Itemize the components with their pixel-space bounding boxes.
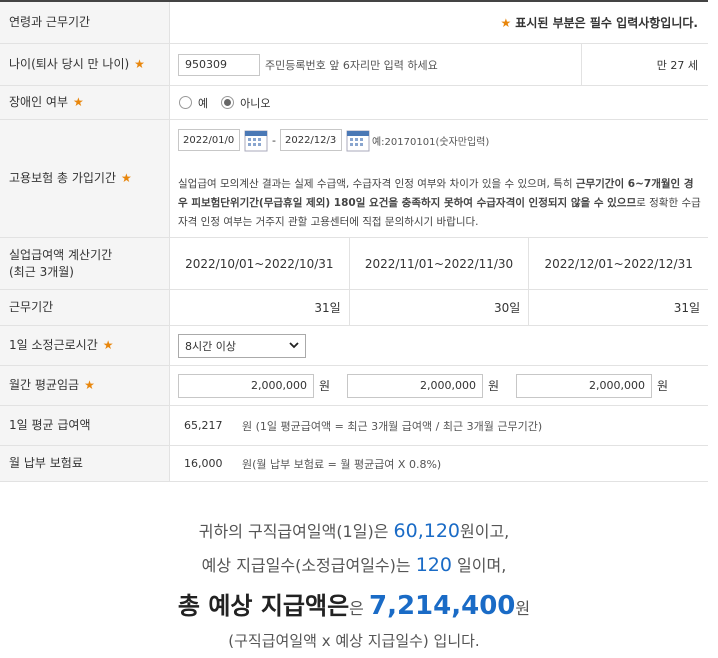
wage-input-3[interactable] [516,373,652,398]
required-star-icon: ★ [134,57,145,71]
period-range-1: 2022/10/01~2022/10/31 [185,256,334,271]
chevron-down-icon [289,342,299,349]
disability-no-label: 아니오 [240,96,271,110]
period-label: 실업급여액 계산기간 [9,247,113,262]
result-line-4: (구직급여일액 x 예상 지급일수) 입니다. [228,632,480,650]
date-example: 예:20170101(숫자만입력) [371,136,490,148]
disability-no-radio[interactable] [221,96,235,109]
period-range-3: 2022/12/01~2022/12/31 [528,238,708,289]
total-benefit-amount: 7,214,400 [368,591,516,621]
disability-yes-radio[interactable] [179,96,192,109]
workdays-row: 근무기간 31일 30일 31일 [0,290,708,326]
workdays-2: 30일 [348,290,529,325]
daily-benefit-amount: 60,120 [393,520,460,542]
wage-unit: 원 [488,379,500,393]
premium-row: 월 납부 보험료 16,000 원(월 납부 보험료 = 월 평균급여 X 0.… [0,446,708,482]
section-title: 연령과 근무기간 [0,2,170,43]
age-label: 나이(퇴사 당시 만 나이) [9,57,130,71]
wage-unit: 원 [657,379,669,393]
daily-label: 1일 평균 급여액 [9,418,91,432]
required-notice: ★ 표시된 부분은 필수 입력사항입니다. [500,15,698,31]
insurance-end-input[interactable] [279,129,342,151]
hours-select[interactable]: 8시간 이상 [178,333,306,358]
wage-input-2[interactable] [347,373,483,398]
age-row: 나이(퇴사 당시 만 나이) ★ 주민등록번호 앞 6자리만 입력 하세요 만 2… [0,44,708,86]
period-range-2: 2022/11/01~2022/11/30 [348,238,529,289]
required-star-icon: ★ [84,378,95,392]
wage-row: 월간 평균임금 ★ 원 원 원 [0,366,708,406]
required-star-icon: ★ [500,15,512,30]
hours-row: 1일 소정근로시간 ★ 8시간 이상 [0,326,708,366]
result-line-2: 예상 지급일수(소정급여일수)는 120 일이며, [201,554,507,576]
result-line-3: 총 예상 지급액은은 7,214,400원 [177,591,531,621]
birthdate-hint: 주민등록번호 앞 6자리만 입력 하세요 [265,58,438,72]
disability-label: 장애인 여부 [9,95,69,109]
header-row: 연령과 근무기간 ★ 표시된 부분은 필수 입력사항입니다. [0,2,708,44]
insurance-note: 실업급여 모의계산 결과는 실제 수급액, 수급자격 인정 여부와 차이가 있을… [178,178,701,228]
insurance-start-input[interactable] [178,129,240,151]
period-row: 실업급여액 계산기간 (최근 3개월) 2022/10/01~2022/10/3… [0,238,708,290]
calendar-icon[interactable] [346,128,370,152]
date-separator: - [272,133,276,147]
premium-desc: 원(월 납부 보험료 = 월 평균급여 X 0.8%) [242,457,442,471]
disability-yes-label: 예 [198,96,209,110]
required-star-icon: ★ [102,338,114,352]
required-star-icon: ★ [121,171,132,185]
daily-row: 1일 평균 급여액 65,217 원 (1일 평균급여액 = 최근 3개월 급여… [0,406,708,446]
wage-input-1[interactable] [178,373,314,398]
workdays-3: 31일 [528,290,708,325]
wage-unit: 원 [319,379,331,393]
period-sublabel: (최근 3개월) [9,264,74,279]
disability-row: 장애인 여부 ★ 예 아니오 [0,86,708,120]
benefit-days: 120 [415,554,452,576]
insurance-row: 고용보험 총 가입기간★ - 예:20170101(숫자만입력) 실업급여 모 [0,120,708,238]
benefit-form: 연령과 근무기간 ★ 표시된 부분은 필수 입력사항입니다. 나이(퇴사 당시 … [0,0,708,482]
result-line-1: 귀하의 구직급여일액(1일)은 60,120원이고, [198,520,510,542]
daily-value: 65,217 [184,419,223,432]
required-star-icon: ★ [73,95,84,109]
premium-label: 월 납부 보험료 [9,456,83,470]
daily-desc: 원 (1일 평균급여액 = 최근 3개월 급여액 / 최근 3개월 근무기간) [242,419,543,433]
age-result: 만 27 세 [581,44,708,85]
workdays-1: 31일 [314,301,341,315]
hours-label: 1일 소정근로시간 [9,338,98,352]
calendar-icon[interactable] [244,128,268,152]
wage-label: 월간 평균임금 [9,378,80,392]
premium-value: 16,000 [184,457,223,470]
workdays-label: 근무기간 [9,300,54,314]
birthdate-input[interactable] [178,53,260,76]
insurance-label: 고용보험 총 가입기간 [9,171,116,185]
